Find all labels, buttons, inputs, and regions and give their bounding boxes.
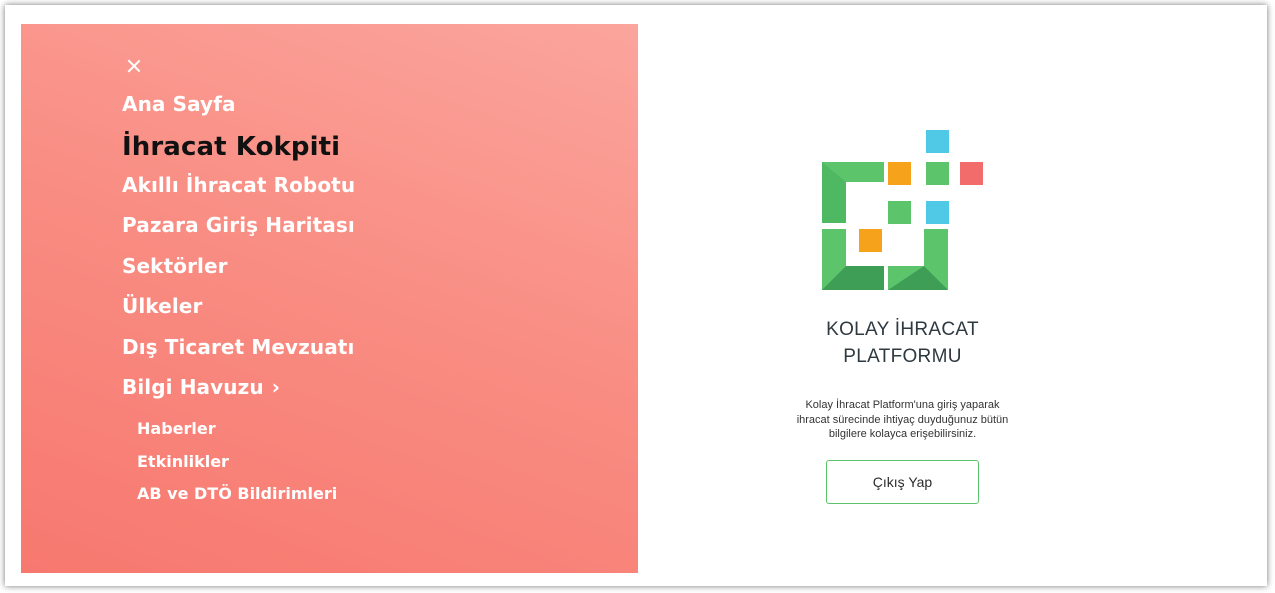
logo-square-green-mid	[926, 162, 949, 185]
logo-square-orange-bottom	[859, 229, 882, 252]
menu-item-ana-sayfa[interactable]: Ana Sayfa	[122, 92, 236, 116]
navigation-menu-panel: Ana Sayfa İhracat Kokpiti Akıllı İhracat…	[21, 24, 638, 573]
logo-square-orange-top	[888, 162, 911, 185]
platform-description-line3: bilgilere kolayca erişebilirsiniz.	[828, 428, 977, 440]
platform-title-line1: KOLAY İHRACAT	[826, 319, 979, 340]
submenu-item-etkinlikler[interactable]: Etkinlikler	[137, 452, 229, 471]
menu-item-akilli-ihracat-robotu[interactable]: Akıllı İhracat Robotu	[122, 173, 355, 197]
menu-item-bilgi-havuzu[interactable]: Bilgi Havuzu ›	[122, 375, 280, 399]
platform-description: Kolay İhracat Platform'una giriş yaparak…	[760, 398, 1045, 442]
menu-item-dis-ticaret-mevzuati[interactable]: Dış Ticaret Mevzuatı	[122, 335, 354, 359]
menu-item-sektorler[interactable]: Sektörler	[122, 254, 228, 278]
menu-item-pazara-giris-haritasi[interactable]: Pazara Giriş Haritası	[122, 213, 355, 237]
menu-item-ihracat-kokpiti[interactable]: İhracat Kokpiti	[122, 132, 340, 162]
platform-description-line2: ihracat sürecinde ihtiyaç duyduğunuz büt…	[796, 413, 1009, 426]
close-icon[interactable]	[125, 57, 143, 75]
logo-square-blue-top	[926, 130, 949, 153]
platform-title: KOLAY İHRACAT PLATFORMU	[790, 316, 1015, 370]
menu-item-ulkeler[interactable]: Ülkeler	[122, 294, 202, 318]
menu-item-bilgi-havuzu-label: Bilgi Havuzu	[122, 375, 264, 399]
platform-title-line2: PLATFORMU	[843, 346, 962, 367]
kolay-ihracat-logo	[822, 130, 983, 290]
submenu-item-ab-ve-dto-bildirimleri[interactable]: AB ve DTÖ Bildirimleri	[137, 484, 337, 503]
logo-square-green-center	[888, 201, 911, 224]
logout-button[interactable]: Çıkış Yap	[826, 460, 979, 504]
logo-square-blue-right	[926, 201, 949, 224]
submenu-item-haberler[interactable]: Haberler	[137, 419, 216, 438]
logo-square-red	[960, 162, 983, 185]
platform-description-line1: Kolay İhracat Platform'una giriş yaparak	[805, 399, 1000, 411]
chevron-right-icon: ›	[271, 375, 281, 399]
